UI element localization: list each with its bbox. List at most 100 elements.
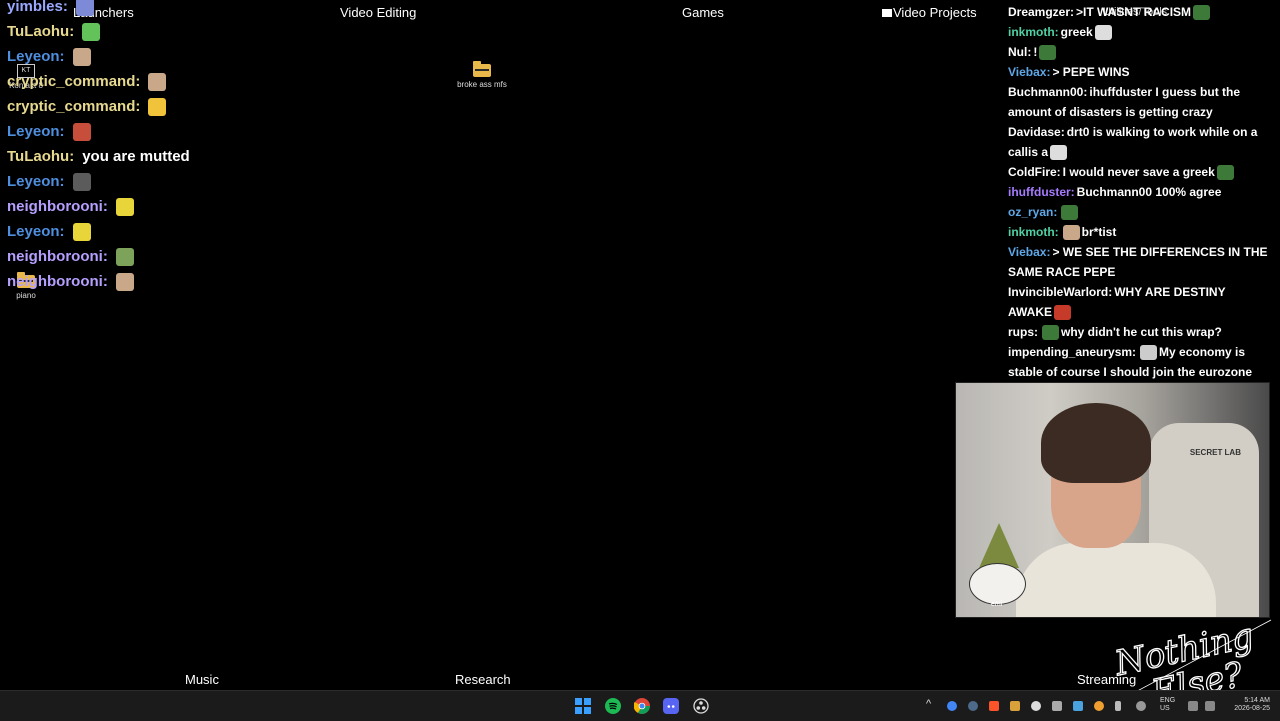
gnome-head — [969, 563, 1026, 605]
chat-emote-icon — [1062, 225, 1080, 241]
chat-emote-icon — [72, 222, 91, 241]
chat-emote-icon — [75, 0, 94, 16]
right-chat-message: ihuffduster: Buchmann00 100% agree — [1008, 182, 1270, 202]
group-video-projects[interactable]: Video Projects — [882, 5, 977, 20]
obs-icon[interactable] — [693, 698, 709, 714]
tray-mail-icon[interactable] — [1073, 701, 1083, 711]
chat-emote-icon — [1054, 305, 1072, 321]
chat-emote-icon — [1140, 345, 1158, 361]
windows-start-icon[interactable] — [575, 698, 591, 714]
region-code: US — [1160, 705, 1170, 712]
gnome-hat — [979, 523, 1019, 568]
left-chat-message: yimbles: — [7, 0, 337, 19]
tray-search-icon[interactable] — [1094, 701, 1104, 711]
chat-text: Buchmann00 100% agree — [1076, 185, 1222, 199]
chat-username: TuLaohu: — [7, 23, 75, 40]
group-games[interactable]: Games — [682, 5, 724, 20]
chat-text: > PEPE WINS — [1052, 65, 1130, 79]
chat-username: yimbles: — [7, 0, 68, 15]
right-chat-message: Viebax: > PEPE WINS — [1008, 62, 1270, 82]
chat-emote-icon — [72, 47, 91, 66]
streamer-hair — [1041, 403, 1151, 483]
chrome-icon[interactable] — [633, 698, 650, 714]
right-chat-message: Davidase: drt0 is walking to work while o… — [1008, 122, 1270, 162]
left-chat-message: neighborooni: — [7, 244, 337, 269]
chat-emote-icon — [148, 72, 167, 91]
left-chat-message: Leyeon: — [7, 219, 337, 244]
taskbar: ^ ENG US 5:14 AM 2026-08-25 — [0, 690, 1280, 721]
chat-username: inkmoth: — [1008, 225, 1059, 239]
chat-emote-icon — [1061, 205, 1079, 221]
chat-emote-icon — [115, 247, 134, 266]
chat-text: why didn't he cut this wrap? — [1061, 325, 1222, 339]
tray-mic-icon[interactable] — [1115, 701, 1121, 711]
chat-text: greek — [1060, 25, 1093, 39]
chat-username: Leyeon: — [7, 48, 65, 65]
discord-icon[interactable] — [663, 698, 679, 714]
right-chat-message: ColdFire: I would never save a greek — [1008, 162, 1270, 182]
chat-username: ColdFire: — [1008, 165, 1061, 179]
desktop-icon-label: broke ass mfs — [457, 80, 507, 89]
chat-username: Viebax: — [1008, 65, 1051, 79]
folder-icon — [473, 61, 491, 77]
chat-username: Nul: — [1008, 45, 1032, 59]
chat-emote-icon — [148, 97, 167, 116]
chat-username: neighborooni: — [7, 198, 108, 215]
chat-username: oz_ryan: — [1008, 205, 1058, 219]
chat-text: ! — [1033, 45, 1038, 59]
left-chat-message: Leyeon: — [7, 44, 337, 69]
right-chat-message: impending_aneurysm: My economy is stable … — [1008, 342, 1270, 382]
chat-text: br*tist — [1081, 225, 1117, 239]
right-chat-message: Nul:! — [1008, 42, 1270, 62]
group-music[interactable]: Music — [185, 672, 219, 687]
tray-app-icon[interactable] — [1010, 701, 1020, 711]
chat-emote-icon — [1193, 5, 1211, 21]
group-research[interactable]: Research — [455, 672, 511, 687]
chat-username: impending_aneurysm: — [1008, 345, 1137, 359]
tray-display-icon[interactable] — [1188, 701, 1198, 711]
tray-volume-icon[interactable] — [1205, 701, 1215, 711]
chat-username: Dreamgzer: — [1008, 5, 1075, 19]
tray-network-icon[interactable] — [1052, 701, 1062, 711]
gnome-mascot: emi — [961, 523, 1031, 613]
clock-time: 5:14 AM — [1244, 697, 1270, 704]
chat-username: InvincibleWarlord: — [1008, 285, 1113, 299]
tray-language[interactable]: ENG US — [1160, 697, 1175, 713]
tray-brave-icon[interactable] — [989, 701, 999, 711]
tray-clock[interactable]: 5:14 AM 2026-08-25 — [1226, 697, 1270, 713]
right-chat-message: rups: why didn't he cut this wrap? — [1008, 322, 1270, 342]
tray-chevron-up-icon[interactable]: ^ — [926, 699, 931, 710]
chat-username: ihuffduster: — [1008, 185, 1075, 199]
gnome-label: emi — [991, 601, 1003, 608]
chat-username: cryptic_command: — [7, 73, 141, 90]
tray-obs-icon[interactable] — [1031, 701, 1041, 711]
chat-text: you are mutted — [82, 148, 190, 165]
chat-emote-icon — [1042, 325, 1059, 341]
left-chat-message: neighborooni: — [7, 194, 337, 219]
desktop-icon-broke-ass-mfs[interactable]: broke ass mfs — [447, 61, 517, 89]
chat-username: Davidase: — [1008, 125, 1065, 139]
chat-emote-icon — [1216, 165, 1234, 181]
tray-chrome-icon[interactable] — [947, 701, 957, 711]
language-code: ENG — [1160, 697, 1176, 704]
streamer-body — [1016, 543, 1216, 617]
right-chat-message: Viebax: > WE SEE THE DIFFERENCES IN THE S… — [1008, 242, 1270, 282]
chat-emote-icon — [115, 197, 134, 216]
group-video-editing[interactable]: Video Editing — [340, 5, 416, 20]
spotify-icon[interactable] — [605, 698, 621, 714]
chat-emote-icon — [1094, 25, 1112, 41]
right-chat-overlay: Dreamgzer: >IT WASNT RACISM inkmoth: greek N… — [1008, 2, 1270, 382]
chat-username: rups: — [1008, 325, 1038, 339]
tray-steam-icon[interactable] — [968, 701, 978, 711]
right-chat-message: Dreamgzer: >IT WASNT RACISM — [1008, 2, 1270, 22]
chat-emote-icon — [82, 22, 101, 41]
tray-settings-icon[interactable] — [1136, 701, 1146, 711]
chat-username: Viebax: — [1008, 245, 1051, 259]
clock-date: 2026-08-25 — [1234, 705, 1270, 712]
chat-emote-icon — [72, 122, 91, 141]
chat-emote-icon — [1050, 145, 1068, 161]
group-video-projects-label: Video Projects — [893, 5, 977, 20]
right-chat-message: InvincibleWarlord: WHY ARE DESTINY AWAKE — [1008, 282, 1270, 322]
right-chat-message: inkmoth: greek — [1008, 22, 1270, 42]
left-chat-message: neighborooni: — [7, 269, 337, 294]
